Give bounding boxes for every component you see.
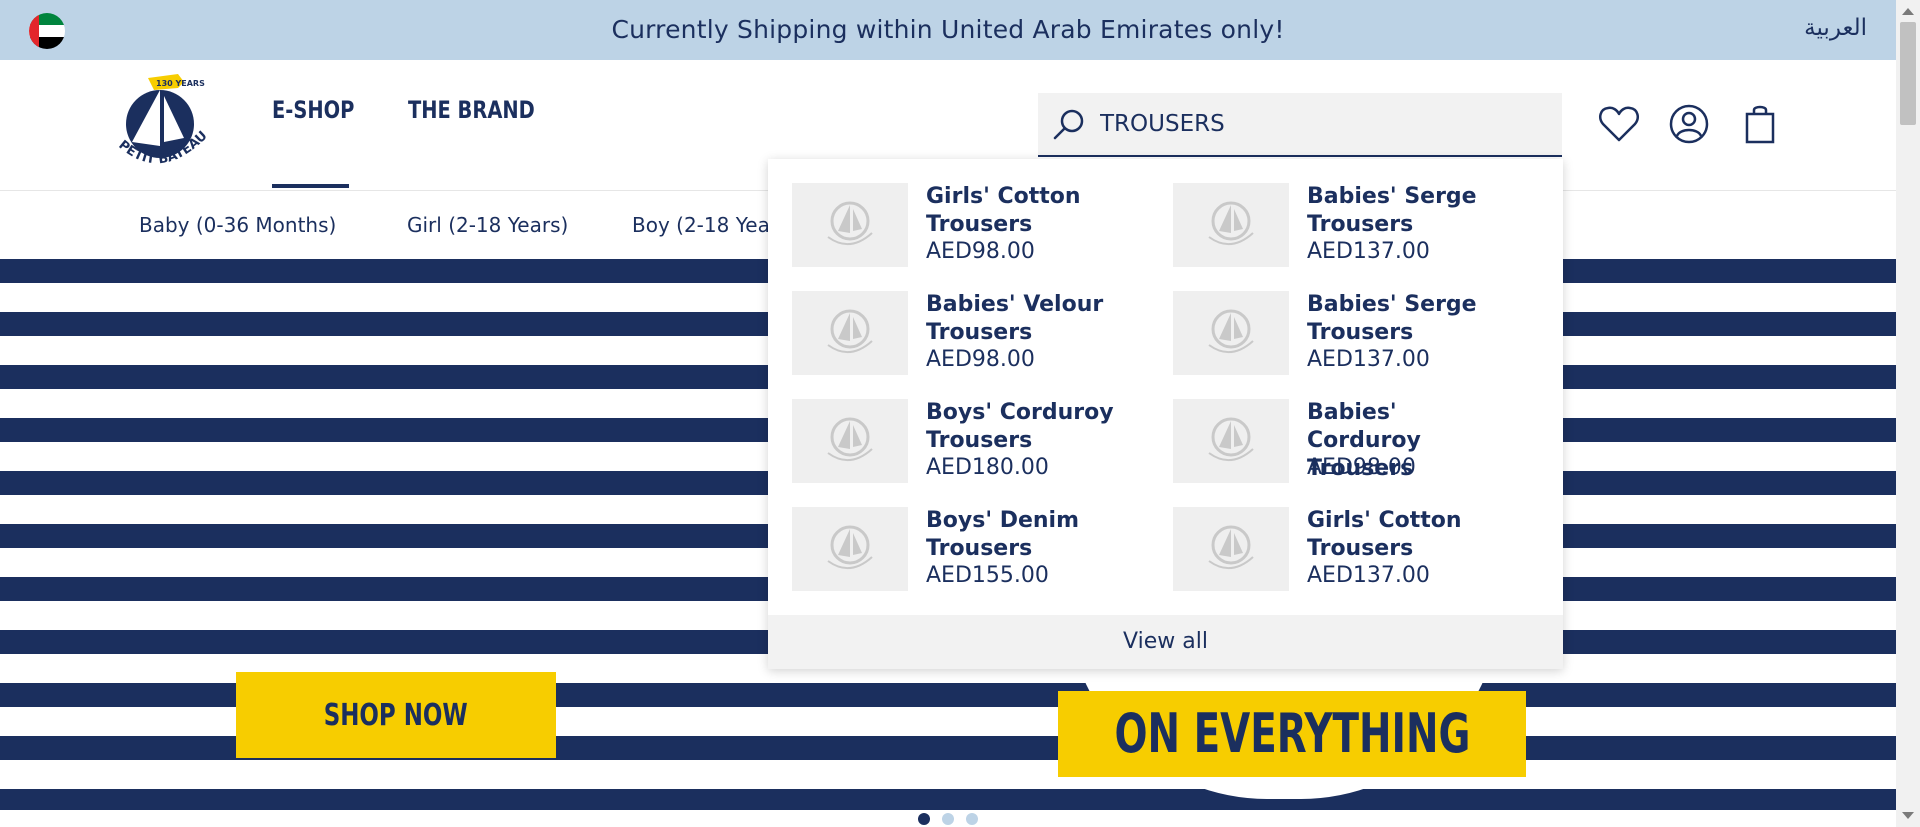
search-input[interactable]	[1098, 101, 1542, 147]
search-result-item[interactable]: Boys' Denim Trousers AED155.00	[768, 483, 1138, 591]
product-thumbnail[interactable]	[1173, 183, 1289, 267]
search-result-item[interactable]: Girls' Cotton Trousers AED137.00	[1149, 483, 1519, 591]
carousel-dots	[0, 810, 1896, 827]
search-result-item[interactable]: Babies' Serge Trousers AED137.00	[1149, 267, 1519, 375]
shipping-banner: Currently Shipping within United Arab Em…	[0, 0, 1896, 60]
product-thumbnail[interactable]	[1173, 399, 1289, 483]
view-all-link[interactable]: View all	[768, 615, 1563, 669]
carousel-dot-2[interactable]	[942, 813, 954, 825]
search-result-item[interactable]: Girls' Cotton Trousers AED98.00	[768, 159, 1138, 267]
svg-text:130 YEARS: 130 YEARS	[156, 79, 205, 88]
carousel-dot-3[interactable]	[966, 813, 978, 825]
product-thumbnail[interactable]	[792, 399, 908, 483]
category-baby[interactable]: Baby (0-36 Months)	[139, 213, 336, 237]
product-name[interactable]: Girls' Cotton Trousers	[1307, 507, 1517, 563]
search-result-item[interactable]: Boys' Corduroy Trousers AED180.00	[768, 375, 1138, 483]
language-switch-link[interactable]: العربية	[1804, 0, 1867, 56]
wishlist-heart-icon[interactable]	[1597, 102, 1641, 146]
search-result-item[interactable]: Babies' Corduroy Trousers AED98.00	[1149, 375, 1519, 483]
carousel-dot-1[interactable]	[918, 813, 930, 825]
product-name[interactable]: Boys' Corduroy Trousers	[926, 399, 1136, 455]
search-icon[interactable]	[1052, 107, 1086, 141]
nav-the-brand[interactable]: THE BRAND	[408, 96, 535, 124]
active-nav-underline	[272, 184, 349, 188]
product-name[interactable]: Babies' Serge Trousers	[1307, 183, 1517, 239]
product-thumbnail[interactable]	[1173, 507, 1289, 591]
product-price: AED137.00	[1307, 563, 1430, 588]
product-price: AED98.00	[926, 347, 1035, 372]
scroll-down-arrow-icon[interactable]	[1902, 812, 1914, 819]
page-scrollbar[interactable]	[1896, 0, 1920, 827]
product-price: AED137.00	[1307, 347, 1430, 372]
petit-bateau-logo[interactable]: 130 YEARS PETIT BATEAU	[112, 72, 216, 182]
account-icon[interactable]	[1667, 102, 1711, 146]
nav-eshop[interactable]: E-SHOP	[272, 96, 354, 124]
product-thumbnail[interactable]	[792, 183, 908, 267]
product-price: AED155.00	[926, 563, 1049, 588]
scroll-up-arrow-icon[interactable]	[1902, 8, 1914, 15]
product-thumbnail[interactable]	[792, 507, 908, 591]
scrollbar-thumb[interactable]	[1900, 22, 1916, 125]
shop-now-button[interactable]: SHOP NOW	[236, 672, 556, 758]
product-price: AED98.00	[926, 239, 1035, 264]
product-thumbnail[interactable]	[1173, 291, 1289, 375]
category-boy[interactable]: Boy (2-18 Yea	[632, 213, 770, 237]
product-name[interactable]: Babies' Serge Trousers	[1307, 291, 1517, 347]
product-name[interactable]: Girls' Cotton Trousers	[926, 183, 1136, 239]
product-price: AED180.00	[926, 455, 1049, 480]
search-result-item[interactable]: Babies' Serge Trousers AED137.00	[1149, 159, 1519, 267]
product-price: AED137.00	[1307, 239, 1430, 264]
hero-banner-text: ON EVERYTHING	[1058, 691, 1526, 777]
product-name[interactable]: Babies' Velour Trousers	[926, 291, 1136, 347]
product-price: AED98.00	[1307, 455, 1416, 480]
product-name[interactable]: Boys' Denim Trousers	[926, 507, 1136, 563]
category-girl[interactable]: Girl (2-18 Years)	[407, 213, 568, 237]
search-results-dropdown: Girls' Cotton Trousers AED98.00 Babies' Se…	[768, 159, 1563, 669]
shopping-bag-icon[interactable]	[1738, 102, 1782, 146]
search-bar	[1038, 93, 1562, 157]
product-thumbnail[interactable]	[792, 291, 908, 375]
shipping-message: Currently Shipping within United Arab Em…	[611, 15, 1285, 44]
search-result-item[interactable]: Babies' Velour Trousers AED98.00	[768, 267, 1138, 375]
